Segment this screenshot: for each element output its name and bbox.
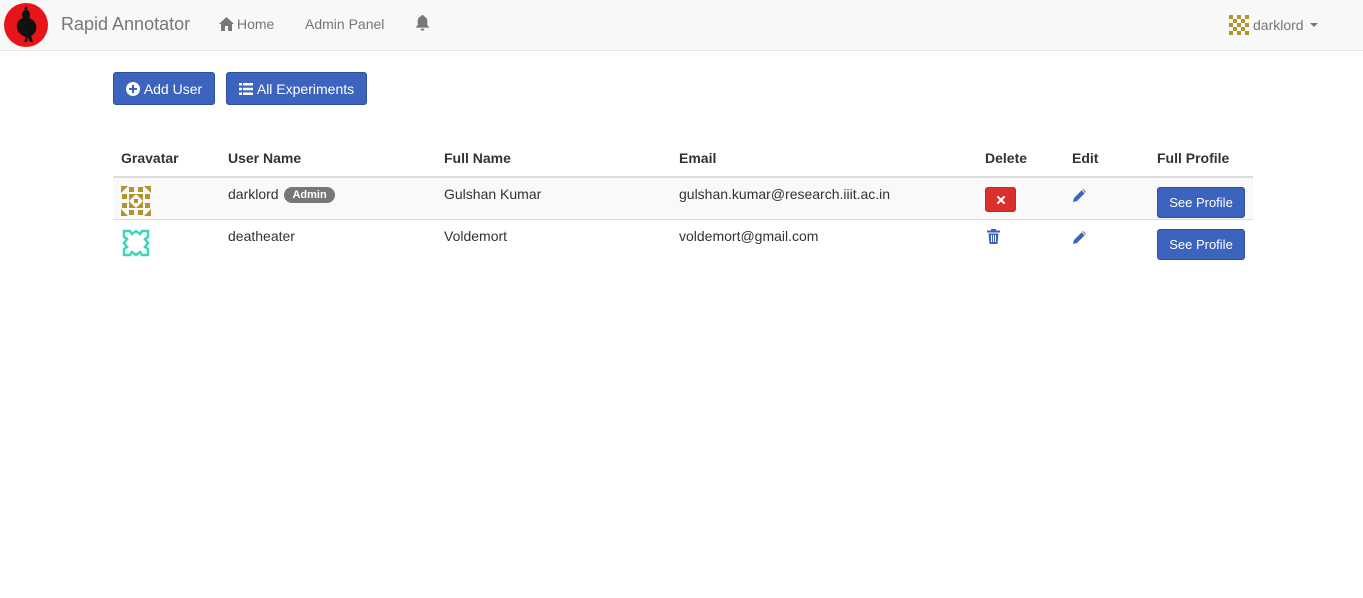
delete-cell [977, 176, 1064, 220]
home-icon [219, 17, 234, 31]
user-menu-name: darklord [1253, 17, 1304, 33]
fullname-cell: Gulshan Kumar [436, 176, 671, 220]
username-text: deatheater [228, 228, 295, 244]
edit-cell [1064, 219, 1149, 261]
caret-down-icon [1309, 23, 1318, 27]
admin-badge: Admin [284, 187, 335, 203]
username-cell: darklord Admin [220, 176, 436, 220]
email-cell: voldemort@gmail.com [671, 219, 977, 261]
add-user-button[interactable]: Add User [113, 72, 215, 105]
brand-title[interactable]: Rapid Annotator [61, 14, 190, 35]
header-gravatar: Gravatar [113, 139, 220, 178]
gravatar-cell [113, 176, 220, 220]
header-fullname: Full Name [436, 139, 671, 178]
header-full-profile: Full Profile [1149, 139, 1253, 178]
delete-user-button[interactable] [985, 187, 1016, 212]
table-row: darklord Admin Gulshan Kumar gulshan.kum… [113, 176, 1253, 220]
see-profile-button[interactable]: See Profile [1157, 229, 1245, 260]
nav-home-label: Home [237, 16, 275, 32]
pencil-icon [1073, 189, 1086, 202]
nav-notifications[interactable] [415, 15, 430, 31]
delete-user-link[interactable] [985, 228, 1000, 247]
header-username: User Name [220, 139, 436, 178]
nav-admin-panel[interactable]: Admin Panel [305, 16, 384, 32]
nav-home[interactable]: Home [219, 16, 274, 32]
top-navbar: Rapid Annotator Home Admin Panel darklor… [0, 0, 1363, 51]
edit-user-link[interactable] [1072, 228, 1087, 248]
nav-admin-label: Admin Panel [305, 16, 385, 32]
email-cell: gulshan.kumar@research.iiit.ac.in [671, 176, 977, 220]
close-icon [996, 195, 1005, 204]
plus-circle-icon [125, 81, 140, 96]
list-icon [238, 82, 253, 95]
edit-user-link[interactable] [1072, 186, 1087, 206]
username-text: darklord [228, 186, 279, 202]
users-table: Gravatar User Name Full Name Email Delet… [113, 139, 1253, 261]
see-profile-button[interactable]: See Profile [1157, 187, 1245, 218]
profile-cell: See Profile [1149, 176, 1253, 220]
bell-icon [415, 15, 430, 31]
delete-cell [977, 219, 1064, 261]
header-delete: Delete [977, 139, 1064, 178]
username-cell: deatheater [220, 219, 436, 261]
gravatar-icon [121, 186, 151, 216]
gravatar-cell [113, 219, 220, 261]
header-edit: Edit [1064, 139, 1149, 178]
table-header-row: Gravatar User Name Full Name Email Delet… [113, 139, 1253, 178]
fullname-cell: Voldemort [436, 219, 671, 261]
all-experiments-label: All Experiments [256, 80, 355, 97]
trash-icon [987, 229, 1000, 244]
pencil-icon [1073, 231, 1086, 244]
table-row: deatheater Voldemort voldemort@gmail.com [113, 219, 1253, 261]
all-experiments-button[interactable]: All Experiments [226, 72, 367, 105]
header-email: Email [671, 139, 977, 178]
gravatar-icon [122, 229, 150, 257]
user-menu-dropdown[interactable]: darklord [1229, 15, 1318, 35]
profile-cell: See Profile [1149, 219, 1253, 261]
add-user-label: Add User [143, 80, 203, 97]
edit-cell [1064, 176, 1149, 220]
user-gravatar-icon [1229, 15, 1249, 35]
rooster-logo-icon[interactable] [2, 1, 50, 49]
